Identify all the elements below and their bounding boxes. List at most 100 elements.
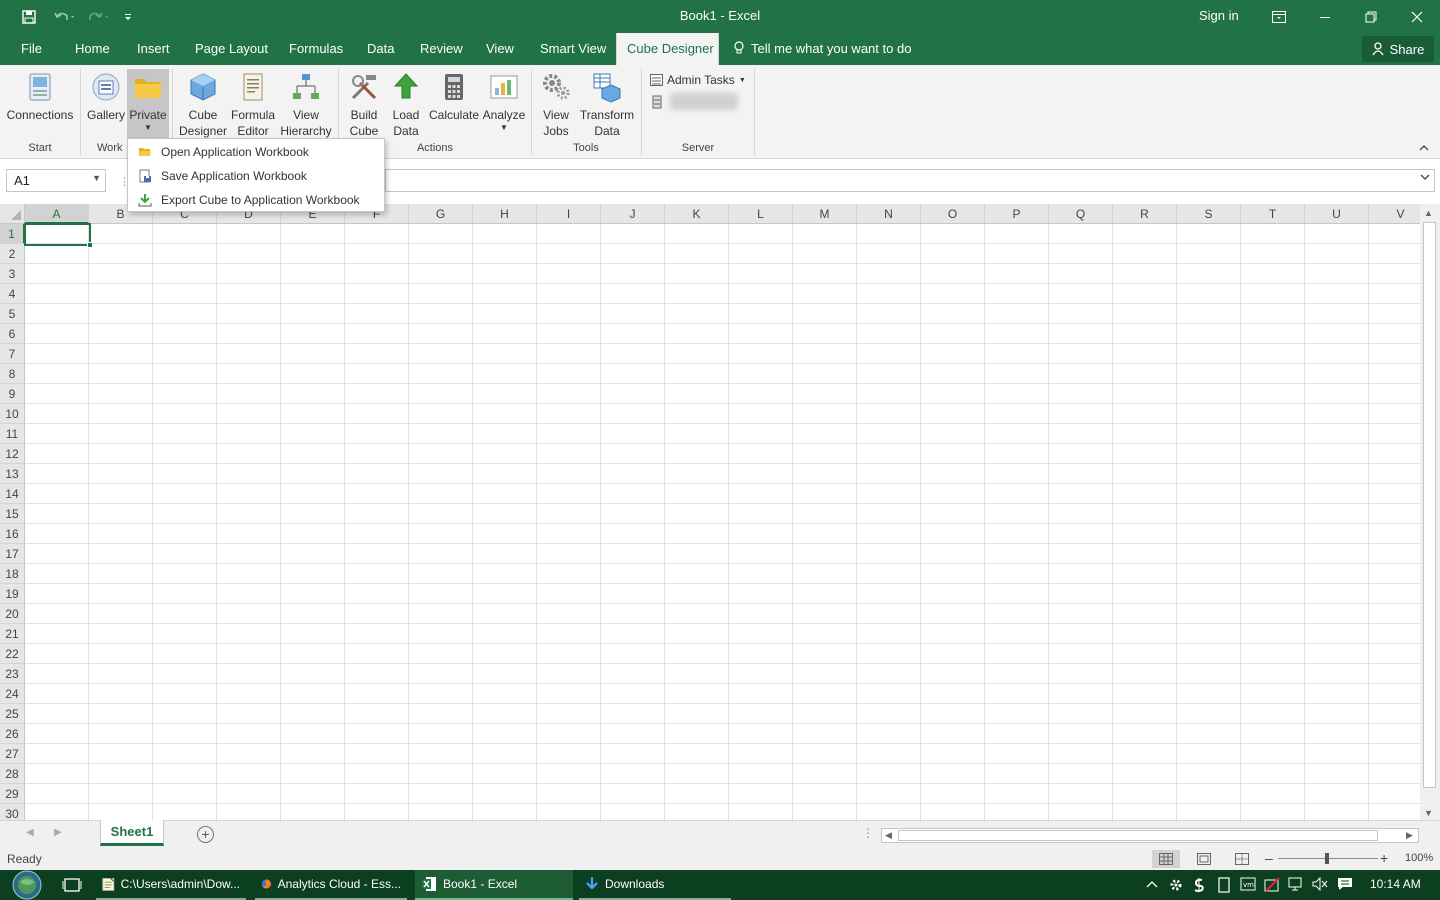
row-header[interactable]: 3 — [0, 264, 25, 284]
row-header[interactable]: 17 — [0, 544, 25, 564]
row-header[interactable]: 13 — [0, 464, 25, 484]
row-header[interactable]: 7 — [0, 344, 25, 364]
taskbar-item-notepad[interactable]: C:\Users\admin\Dow... — [96, 870, 246, 900]
row-header[interactable]: 27 — [0, 744, 25, 764]
column-header[interactable]: M — [793, 204, 857, 224]
view-hierarchy-button[interactable]: View Hierarchy — [278, 69, 334, 139]
analyze-button[interactable]: Analyze ▼ — [481, 69, 527, 139]
tray-tablet-icon[interactable] — [1218, 877, 1230, 896]
column-header[interactable]: H — [473, 204, 537, 224]
column-header[interactable]: T — [1241, 204, 1305, 224]
page-layout-view-icon[interactable] — [1190, 850, 1218, 868]
taskbar-clock[interactable]: 10:14 AM — [1370, 877, 1421, 891]
row-header[interactable]: 20 — [0, 604, 25, 624]
row-header[interactable]: 6 — [0, 324, 25, 344]
column-header[interactable]: R — [1113, 204, 1177, 224]
row-header[interactable]: 16 — [0, 524, 25, 544]
row-header[interactable]: 14 — [0, 484, 25, 504]
minimize-icon[interactable] — [1302, 0, 1348, 33]
fill-handle[interactable] — [87, 242, 93, 248]
ribbon-display-options-icon[interactable] — [1256, 0, 1302, 33]
taskbar-item-downloads[interactable]: Downloads — [579, 870, 731, 900]
vertical-scroll-thumb[interactable] — [1423, 222, 1436, 788]
start-button[interactable] — [8, 870, 46, 900]
tab-split-handle-icon[interactable]: ⋮ — [862, 826, 874, 840]
show-hidden-icons-icon[interactable] — [1146, 877, 1158, 892]
scroll-right-icon[interactable]: ▶ — [1406, 830, 1413, 841]
column-header[interactable]: O — [921, 204, 985, 224]
row-header[interactable]: 30 — [0, 804, 25, 820]
zoom-out-icon[interactable]: – — [1265, 850, 1273, 866]
scroll-left-icon[interactable]: ◀ — [885, 830, 892, 841]
view-jobs-button[interactable]: View Jobs — [536, 69, 576, 139]
zoom-in-icon[interactable]: + — [1380, 850, 1388, 866]
connections-button[interactable]: Connections — [4, 69, 76, 139]
network-icon[interactable] — [1288, 877, 1304, 894]
tab-file[interactable]: File — [11, 33, 52, 65]
build-cube-button[interactable]: Build Cube — [343, 69, 385, 139]
expand-formula-bar-icon[interactable] — [1420, 173, 1430, 184]
tray-app-disabled-icon[interactable] — [1264, 877, 1280, 896]
row-header[interactable]: 5 — [0, 304, 25, 324]
sheet-prev-icon[interactable]: ◀ — [26, 827, 34, 838]
normal-view-icon[interactable] — [1152, 850, 1180, 868]
tray-gear-icon[interactable] — [1168, 877, 1184, 896]
column-header[interactable]: Q — [1049, 204, 1113, 224]
sheet-next-icon[interactable]: ▶ — [54, 827, 62, 838]
tab-data[interactable]: Data — [357, 33, 404, 65]
scroll-up-icon[interactable]: ▲ — [1424, 208, 1433, 218]
tab-smart-view[interactable]: Smart View — [530, 33, 616, 65]
tray-app-icon[interactable] — [1192, 877, 1206, 896]
active-cell[interactable] — [24, 223, 93, 248]
column-header[interactable]: P — [985, 204, 1049, 224]
add-sheet-icon[interactable]: + — [197, 826, 214, 843]
scroll-down-icon[interactable]: ▼ — [1424, 808, 1433, 818]
taskbar-item-excel[interactable]: Book1 - Excel — [415, 870, 573, 900]
row-header[interactable]: 19 — [0, 584, 25, 604]
column-header[interactable]: L — [729, 204, 793, 224]
tell-me-box[interactable]: Tell me what you want to do — [733, 33, 911, 65]
row-header[interactable]: 12 — [0, 444, 25, 464]
private-button[interactable]: Private ▼ — [127, 69, 169, 142]
gallery-button[interactable]: Gallery — [86, 69, 126, 139]
vertical-scrollbar[interactable]: ▲ ▼ — [1420, 204, 1440, 820]
action-center-icon[interactable] — [1337, 877, 1353, 894]
formula-editor-button[interactable]: Formula Editor — [229, 69, 277, 139]
row-header[interactable]: 9 — [0, 384, 25, 404]
column-header[interactable]: U — [1305, 204, 1369, 224]
row-header[interactable]: 1 — [0, 224, 25, 244]
close-icon[interactable] — [1394, 0, 1440, 33]
zoom-level[interactable]: 100% — [1405, 852, 1433, 864]
transform-data-button[interactable]: Transform Data — [578, 69, 636, 139]
row-header[interactable]: 2 — [0, 244, 25, 264]
row-header[interactable]: 24 — [0, 684, 25, 704]
row-header[interactable]: 22 — [0, 644, 25, 664]
name-box[interactable]: A1 ▼ — [6, 169, 106, 192]
row-header[interactable]: 28 — [0, 764, 25, 784]
column-header[interactable]: J — [601, 204, 665, 224]
column-header[interactable]: N — [857, 204, 921, 224]
column-header[interactable]: I — [537, 204, 601, 224]
column-header[interactable]: G — [409, 204, 473, 224]
tab-home[interactable]: Home — [65, 33, 120, 65]
row-header[interactable]: 25 — [0, 704, 25, 724]
volume-muted-icon[interactable] — [1312, 876, 1328, 894]
column-header[interactable]: K — [665, 204, 729, 224]
share-button[interactable]: Share — [1362, 36, 1434, 62]
column-header[interactable]: V — [1369, 204, 1420, 224]
tab-page-layout[interactable]: Page Layout — [185, 33, 278, 65]
worksheet-grid[interactable]: ABCDEFGHIJKLMNOPQRSTUV 1 2 3 4 5 6 7 8 9 10 11 12 13… — [0, 204, 1420, 820]
load-data-button[interactable]: Load Data — [387, 69, 425, 139]
cell-area[interactable] — [25, 224, 1420, 820]
cube-designer-button[interactable]: Cube Designer — [177, 69, 229, 139]
menu-item-open-application-workbook[interactable]: Open Application Workbook — [129, 140, 383, 163]
tab-review[interactable]: Review — [410, 33, 473, 65]
row-header[interactable]: 29 — [0, 784, 25, 804]
row-header[interactable]: 10 — [0, 404, 25, 424]
horizontal-scrollbar[interactable]: ◀ ▶ — [881, 828, 1419, 843]
row-header[interactable]: 8 — [0, 364, 25, 384]
select-all-button[interactable] — [0, 204, 25, 224]
tab-insert[interactable]: Insert — [127, 33, 180, 65]
row-header[interactable]: 18 — [0, 564, 25, 584]
row-header[interactable]: 15 — [0, 504, 25, 524]
